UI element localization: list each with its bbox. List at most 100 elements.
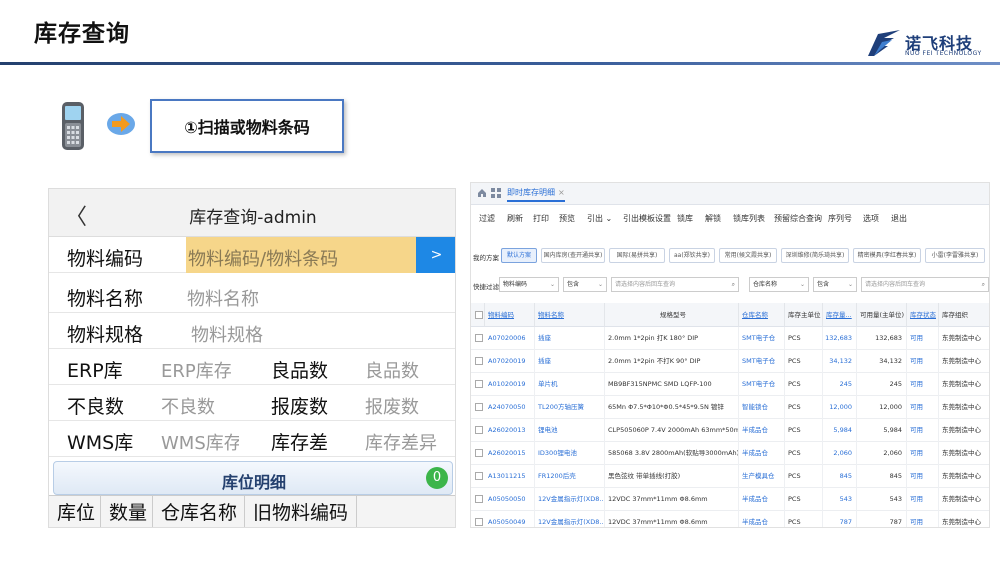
cell-material-name[interactable]: TL200方轴压簧 [535, 396, 605, 419]
bad-qty-field[interactable]: 不良数 [161, 393, 261, 419]
filter-input-1[interactable]: 请选择内容后回车查询 ⌕ [611, 277, 739, 292]
cell-material-code[interactable]: A01020019 [485, 373, 535, 396]
cell-material-name[interactable]: 插座 [535, 350, 605, 373]
cell-material-name[interactable]: 锂电池 [535, 419, 605, 442]
table-row[interactable]: A01020019 单片机 MB9BF315NPMC SMD LQFP-100 SMT… [471, 373, 989, 396]
cell-warehouse[interactable]: 半成品仓 [739, 419, 785, 442]
scheme-default[interactable]: 默认方案 [501, 248, 537, 263]
cell-material-code[interactable]: A24070050 [485, 396, 535, 419]
filter-input-2[interactable]: 请选择内容后回车查询 ⌕ [861, 277, 989, 292]
cell-stock-qty[interactable]: 12,000 [823, 396, 857, 419]
cell-material-name[interactable]: ID300锂电池 [535, 442, 605, 465]
cell-warehouse[interactable]: 智能锁仓 [739, 396, 785, 419]
row-checkbox[interactable] [475, 403, 483, 411]
cell-material-code[interactable]: A26020013 [485, 419, 535, 442]
scheme-common[interactable]: 常用(候文霞共享) [719, 248, 777, 263]
scheme-international[interactable]: 国际(易拼共享) [609, 248, 665, 263]
toolbar-exit-button[interactable]: 退出 [891, 213, 907, 224]
cell-stock-qty[interactable]: 787 [823, 511, 857, 527]
cell-stock-qty[interactable]: 34,132 [823, 350, 857, 373]
row-checkbox[interactable] [475, 357, 483, 365]
table-row[interactable]: A07020019 插座 2.0mm 1*2pin 不打K 90° DIP SMT电子… [471, 350, 989, 373]
toolbar-filter-button[interactable]: 过滤 [479, 213, 495, 224]
toolbar-print-button[interactable]: 打印 [533, 213, 549, 224]
cell-material-code[interactable]: A13011215 [485, 465, 535, 488]
filter-field-select-2[interactable]: 仓库名称 ⌄ [749, 277, 809, 292]
cell-stock-qty[interactable]: 845 [823, 465, 857, 488]
table-row[interactable]: A26020015 ID300锂电池 585068 3.8V 2800mAh(软贴导… [471, 442, 989, 465]
toolbar-export-button[interactable]: 引出 ⌄ [587, 213, 612, 224]
toolbar-options-button[interactable]: 选项 [863, 213, 879, 224]
cell-warehouse[interactable]: SMT电子仓 [739, 327, 785, 350]
search-icon[interactable]: ⌕ [982, 278, 985, 291]
cell-stock-qty[interactable]: 2,060 [823, 442, 857, 465]
table-row[interactable]: A13011215 FR1200后壳 黑色弦纹 带单插线(打胶) 生产模具仓 PCS 84… [471, 465, 989, 488]
material-code-input[interactable]: 物料编码/物料条码 [186, 237, 416, 273]
toolbar-preview-button[interactable]: 预览 [559, 213, 575, 224]
apps-grid-icon[interactable] [491, 188, 501, 198]
column-warehouse[interactable]: 仓库名称 [739, 303, 785, 327]
wms-stock-field[interactable]: WMS库存 [161, 429, 239, 455]
cell-material-name[interactable]: 12V金属指示灯(XD8... [535, 488, 605, 511]
scrap-qty-field[interactable]: 报废数 [365, 393, 455, 419]
filter-field-select-1[interactable]: 物料编码 ⌄ [499, 277, 559, 292]
close-tab-icon[interactable]: × [558, 188, 565, 197]
row-checkbox[interactable] [475, 380, 483, 388]
row-checkbox[interactable] [475, 426, 483, 434]
cell-material-name[interactable]: 插座 [535, 327, 605, 350]
cell-warehouse[interactable]: SMT电子仓 [739, 373, 785, 396]
cell-stock-status[interactable]: 可用 [907, 396, 939, 419]
column-available-qty[interactable]: 可用量(主单位) [857, 303, 907, 327]
cell-stock-status[interactable]: 可用 [907, 488, 939, 511]
query-go-button[interactable]: > [416, 237, 455, 273]
toolbar-lock-list-button[interactable]: 锁库列表 [733, 213, 765, 224]
column-spec[interactable]: 规格型号 [605, 303, 739, 327]
row-checkbox[interactable] [475, 518, 483, 526]
tab-inventory-detail[interactable]: 即时库存明细 × [507, 187, 565, 202]
cell-material-name[interactable]: 单片机 [535, 373, 605, 396]
cell-material-code[interactable]: A07020006 [485, 327, 535, 350]
good-qty-field[interactable]: 良品数 [365, 357, 455, 383]
row-checkbox[interactable] [475, 334, 483, 342]
erp-stock-field[interactable]: ERP库存 [161, 357, 261, 383]
row-checkbox[interactable] [475, 449, 483, 457]
material-name-field[interactable]: 物料名称 [187, 285, 259, 311]
cell-material-name[interactable]: 12V金属指示灯(XD8... [535, 511, 605, 527]
scheme-domestic[interactable]: 国内库房(查开通共享) [541, 248, 605, 263]
scheme-xiaolei[interactable]: 小雷(李雷雅共享) [925, 248, 985, 263]
cell-stock-status[interactable]: 可用 [907, 373, 939, 396]
table-row[interactable]: A24070050 TL200方轴压簧 65Mn Φ7.5*Φ10*Φ0.5*45*… [471, 396, 989, 419]
column-stock-qty[interactable]: 库存量... [823, 303, 857, 327]
column-unit[interactable]: 库存主单位 [785, 303, 823, 327]
cell-warehouse[interactable]: 生产模具仓 [739, 465, 785, 488]
location-detail-header[interactable]: 库位明细 0 [53, 461, 453, 495]
column-stock-status[interactable]: 库存状态 [907, 303, 939, 327]
cell-warehouse[interactable]: 半成品仓 [739, 488, 785, 511]
toolbar-refresh-button[interactable]: 刷新 [507, 213, 523, 224]
select-all-checkbox[interactable] [471, 303, 485, 327]
column-stock-org[interactable]: 库存组织 [939, 303, 989, 327]
cell-stock-status[interactable]: 可用 [907, 419, 939, 442]
toolbar-unlock-button[interactable]: 解锁 [705, 213, 721, 224]
cell-material-code[interactable]: A05050050 [485, 488, 535, 511]
cell-stock-status[interactable]: 可用 [907, 350, 939, 373]
cell-stock-status[interactable]: 可用 [907, 465, 939, 488]
toolbar-lock-button[interactable]: 锁库 [677, 213, 693, 224]
search-icon[interactable]: ⌕ [732, 278, 735, 291]
table-row[interactable]: A26020013 锂电池 CLP505060P 7.4V 2000mAh 63mm… [471, 419, 989, 442]
stock-diff-field[interactable]: 库存差异 [365, 429, 455, 455]
cell-stock-qty[interactable]: 543 [823, 488, 857, 511]
cell-warehouse[interactable]: 半成品仓 [739, 511, 785, 527]
column-material-name[interactable]: 物料名称 [535, 303, 605, 327]
material-spec-field[interactable]: 物料规格 [191, 321, 263, 347]
filter-op-select-2[interactable]: 包含 ⌄ [813, 277, 857, 292]
scheme-precision-mold[interactable]: 精密模具(李红春共享) [853, 248, 921, 263]
table-row[interactable]: A05050050 12V金属指示灯(XD8... 12VDC 37mm*11mm … [471, 488, 989, 511]
cell-stock-qty[interactable]: 245 [823, 373, 857, 396]
toolbar-serial-button[interactable]: 序列号 [828, 213, 852, 224]
cell-material-name[interactable]: FR1200后壳 [535, 465, 605, 488]
cell-material-code[interactable]: A05050049 [485, 511, 535, 527]
cell-stock-status[interactable]: 可用 [907, 442, 939, 465]
cell-stock-qty[interactable]: 132,683 [823, 327, 857, 350]
scheme-aa[interactable]: aa(郑钦共享) [669, 248, 715, 263]
